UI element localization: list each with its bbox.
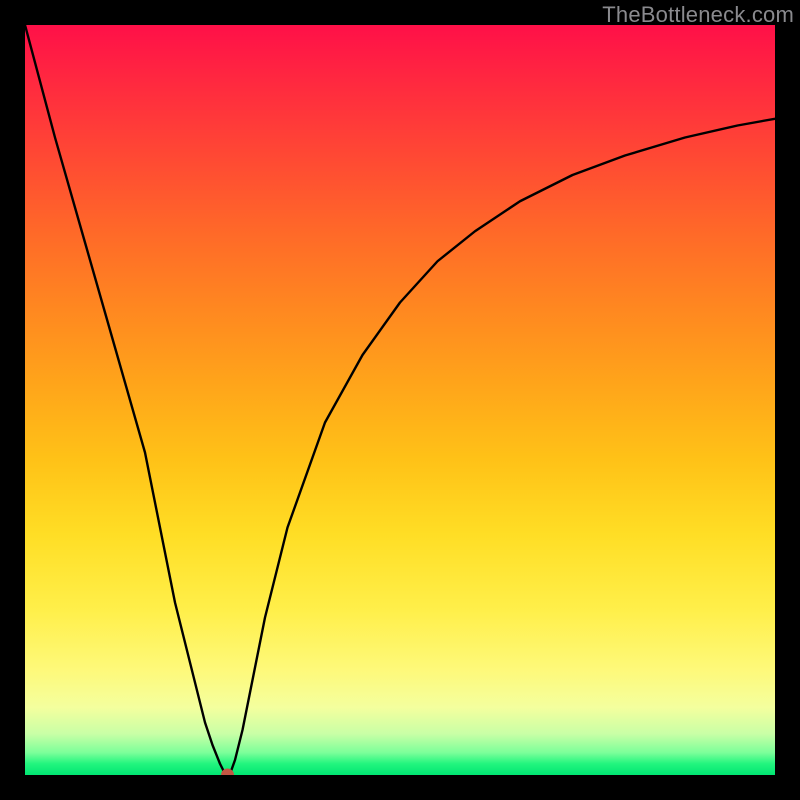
curve-svg [25,25,775,775]
plot-area [25,25,775,775]
chart-frame: TheBottleneck.com [0,0,800,800]
bottleneck-curve [25,25,775,775]
watermark-text: TheBottleneck.com [602,2,794,28]
